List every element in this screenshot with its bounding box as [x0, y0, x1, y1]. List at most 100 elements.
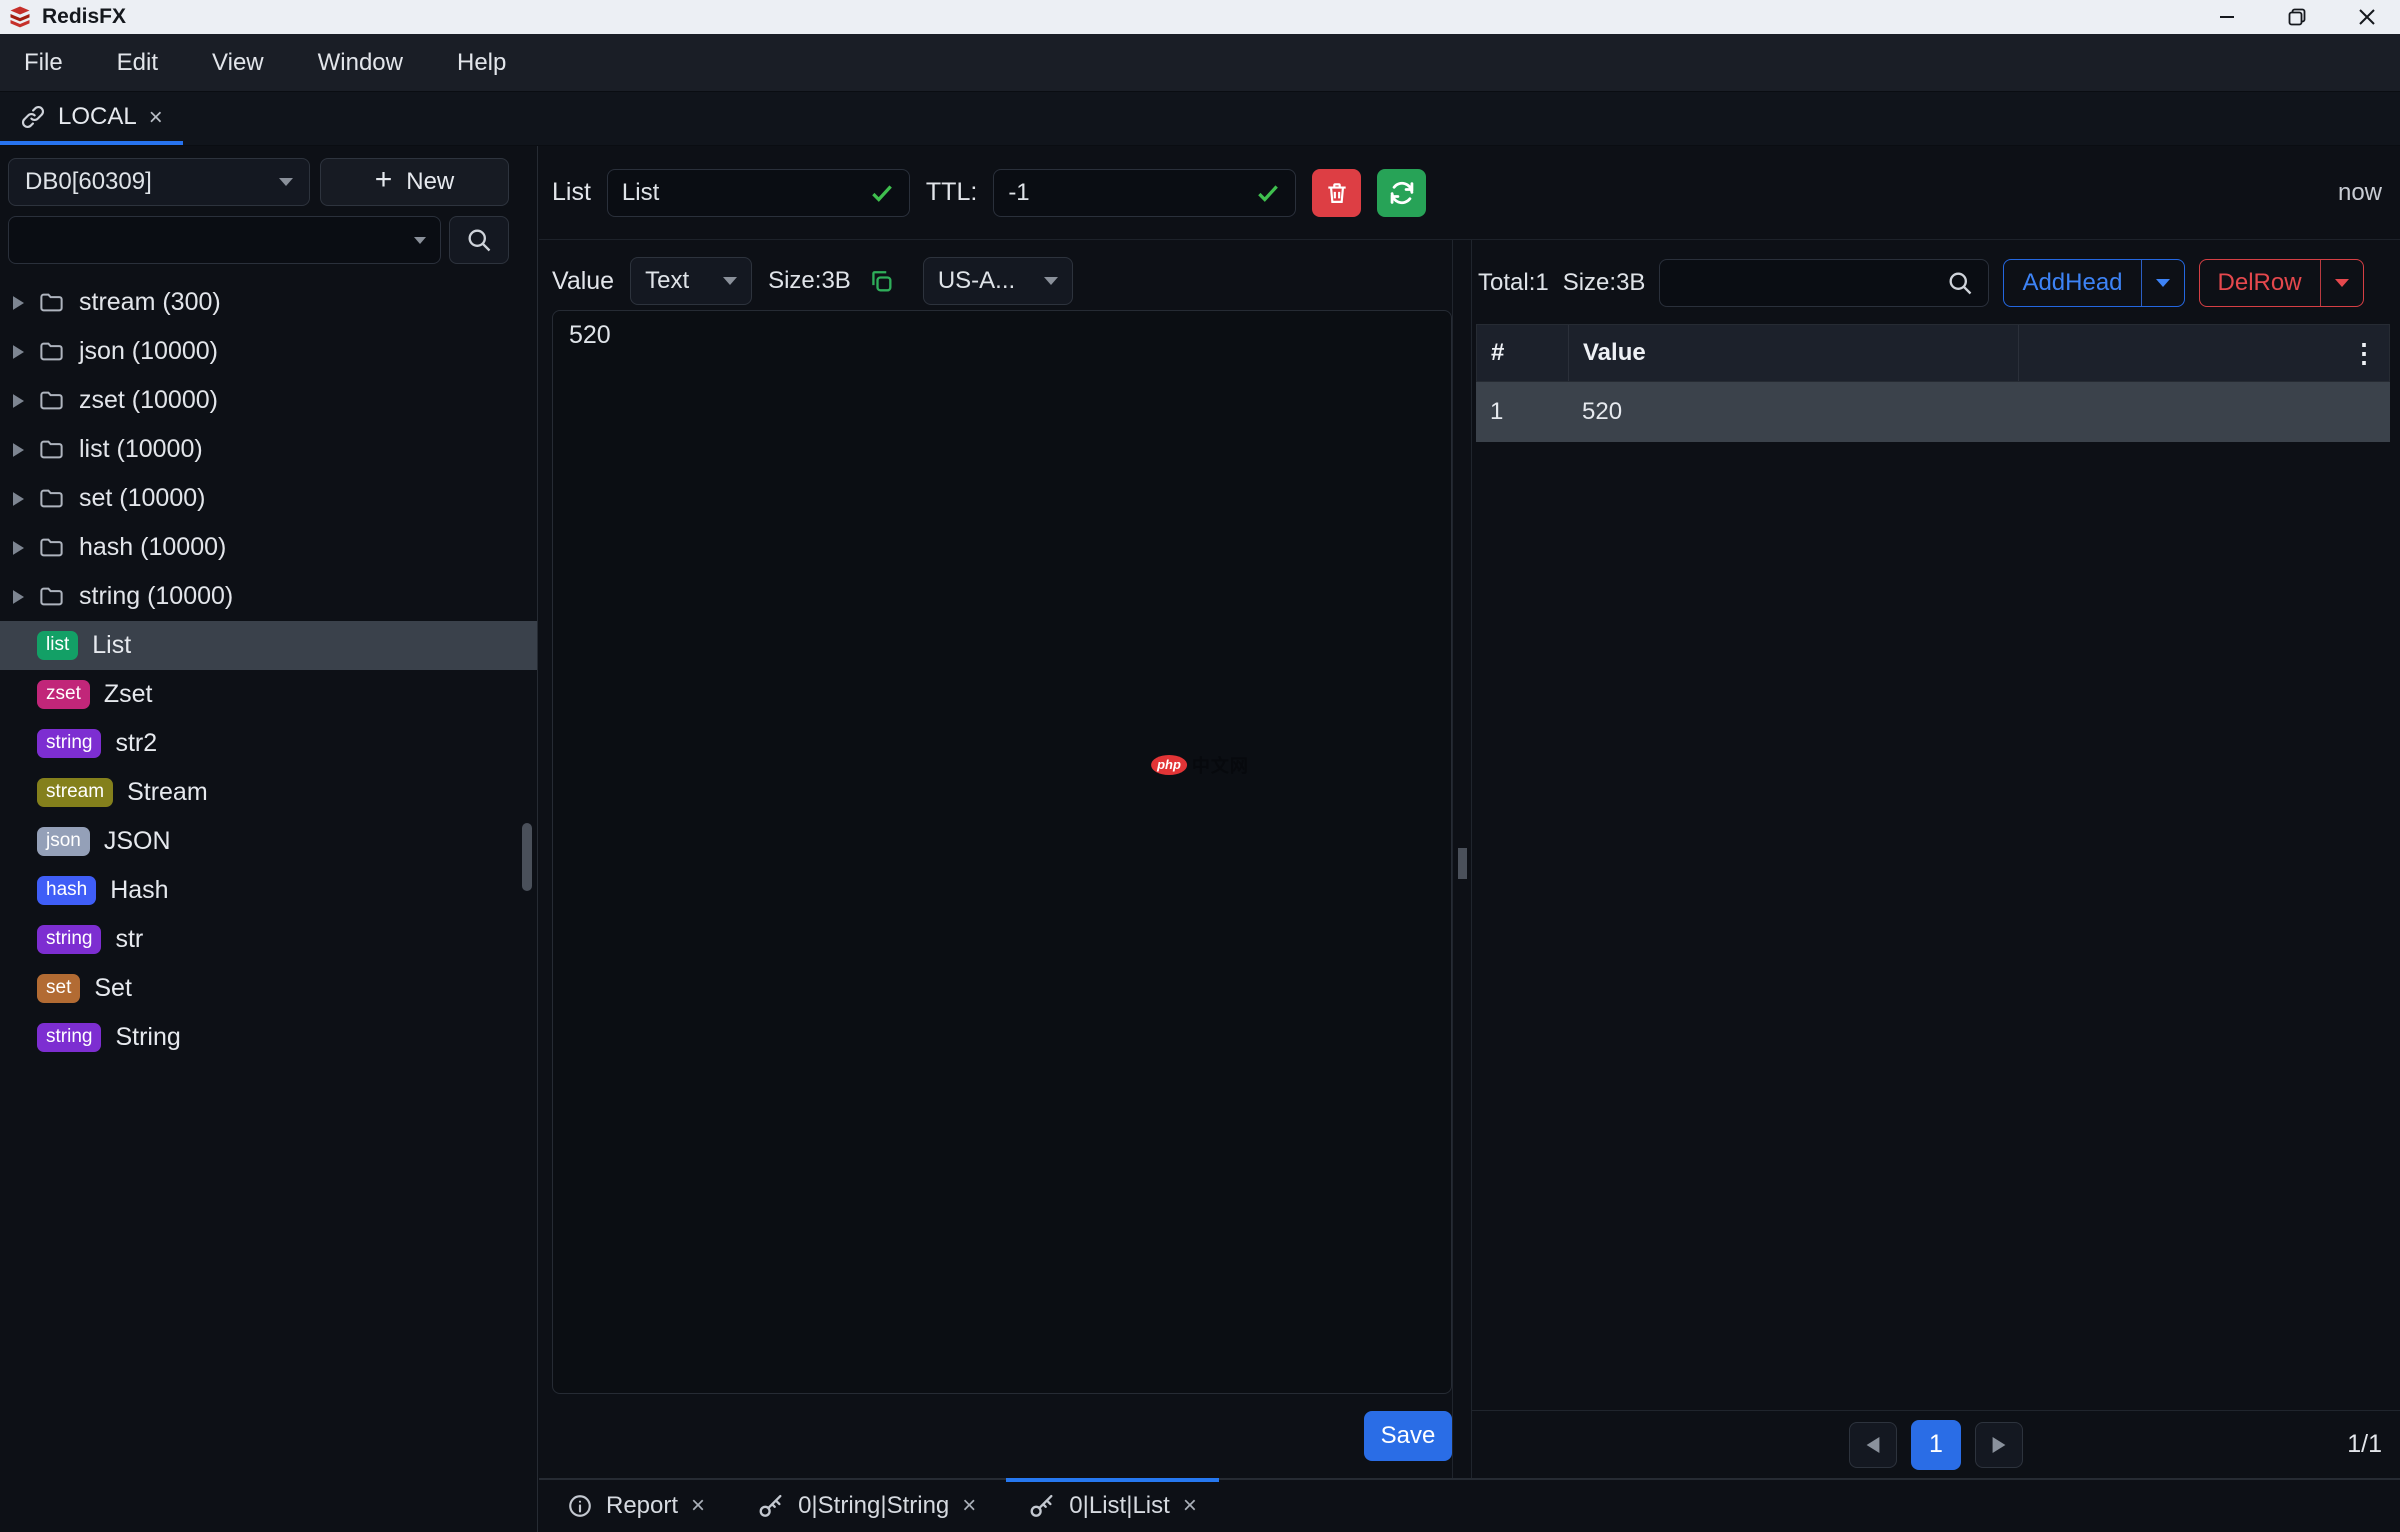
- value-textarea[interactable]: 520: [552, 310, 1452, 1394]
- bottom-tab-close-icon[interactable]: ×: [962, 1494, 976, 1518]
- tree-folder-label: list (10000): [79, 435, 203, 464]
- add-head-button[interactable]: AddHead: [2003, 259, 2184, 307]
- search-mode-caret-icon[interactable]: [414, 237, 426, 244]
- bottom-tab[interactable]: 0|String|String ×: [735, 1480, 998, 1532]
- tree-key-name: String: [115, 1023, 180, 1052]
- bottom-tab-close-icon[interactable]: ×: [691, 1494, 705, 1518]
- delete-key-button[interactable]: [1312, 169, 1361, 217]
- tree-folder[interactable]: string (10000): [0, 572, 537, 621]
- bottom-tab-close-icon[interactable]: ×: [1183, 1494, 1197, 1518]
- ttl-field[interactable]: [993, 169, 1296, 217]
- panel-splitter[interactable]: [1452, 240, 1472, 1478]
- menu-item[interactable]: Window: [318, 49, 403, 77]
- tree-key-item[interactable]: list List: [0, 621, 537, 670]
- sidebar-scrollbar-thumb[interactable]: [522, 823, 532, 891]
- column-settings-icon[interactable]: ⋮: [2351, 343, 2377, 364]
- key-search-field[interactable]: [8, 216, 441, 264]
- tree-key-item[interactable]: zset Zset: [0, 670, 537, 719]
- format-select[interactable]: Text: [630, 257, 752, 305]
- splitter-handle[interactable]: [1458, 848, 1467, 879]
- add-head-caret-icon[interactable]: [2142, 260, 2184, 306]
- tree-key-name: str2: [115, 729, 157, 758]
- tree-folder[interactable]: list (10000): [0, 425, 537, 474]
- tree-key-name: List: [92, 631, 131, 660]
- connection-tab-close-icon[interactable]: ×: [149, 104, 163, 130]
- tree-folder[interactable]: json (10000): [0, 327, 537, 376]
- tree-expander-icon[interactable]: [13, 394, 24, 408]
- encoding-select[interactable]: US-A...: [923, 257, 1073, 305]
- tree-folder[interactable]: set (10000): [0, 474, 537, 523]
- tree-key-item[interactable]: hash Hash: [0, 866, 537, 915]
- tree-key-item[interactable]: stream Stream: [0, 768, 537, 817]
- tree-expander-icon[interactable]: [13, 443, 24, 457]
- tree-key-item[interactable]: string String: [0, 1013, 537, 1062]
- menu-item[interactable]: File: [24, 49, 63, 77]
- tree-folder[interactable]: hash (10000): [0, 523, 537, 572]
- del-row-button[interactable]: DelRow: [2199, 259, 2364, 307]
- prev-page-button[interactable]: [1849, 1422, 1897, 1468]
- key-type-badge: json: [37, 827, 90, 856]
- folder-icon: [38, 289, 65, 316]
- del-row-caret-icon[interactable]: [2321, 260, 2363, 306]
- tree-folder-label: set (10000): [79, 484, 205, 513]
- search-button[interactable]: [449, 216, 509, 264]
- ttl-input[interactable]: [1008, 179, 1255, 207]
- tree-key-name: Zset: [104, 680, 153, 709]
- refresh-key-button[interactable]: [1377, 169, 1426, 217]
- key-type-label: List: [552, 178, 591, 207]
- key-search-input[interactable]: [23, 226, 414, 254]
- check-icon: [869, 180, 895, 206]
- key-type-badge: hash: [37, 876, 96, 905]
- minimize-button[interactable]: [2214, 4, 2240, 30]
- new-key-button[interactable]: + New: [320, 158, 509, 206]
- current-page-button[interactable]: 1: [1911, 1420, 1961, 1470]
- tree-expander-icon[interactable]: [13, 345, 24, 359]
- folder-icon: [38, 583, 65, 610]
- bottom-tab[interactable]: 0|List|List ×: [1006, 1480, 1219, 1532]
- tree-folder[interactable]: zset (10000): [0, 376, 537, 425]
- database-select[interactable]: DB0[60309]: [8, 158, 310, 206]
- bottom-tab[interactable]: Report ×: [545, 1480, 727, 1532]
- rows-size-text: Size:3B: [1563, 269, 1646, 297]
- tree-key-item[interactable]: json JSON: [0, 817, 537, 866]
- key-name-input[interactable]: [622, 179, 869, 207]
- trash-icon: [1324, 180, 1350, 206]
- rows-table-body: 1 520: [1476, 382, 2390, 442]
- tree-folder[interactable]: stream (300): [0, 278, 537, 327]
- menu-item[interactable]: View: [212, 49, 264, 77]
- total-count-text: Total:1: [1478, 269, 1549, 297]
- connection-tab-bar: LOCAL ×: [0, 92, 2400, 146]
- key-name-field[interactable]: [607, 169, 910, 217]
- tree-folder-label: json (10000): [79, 337, 218, 366]
- redis-logo-icon: [8, 5, 32, 29]
- restore-button[interactable]: [2284, 4, 2310, 30]
- rows-search-input[interactable]: [1674, 269, 1946, 297]
- tree-folder-label: zset (10000): [79, 386, 218, 415]
- next-page-button[interactable]: [1975, 1422, 2023, 1468]
- connection-tab-label: LOCAL: [58, 103, 137, 131]
- rows-search-field[interactable]: [1659, 259, 1989, 307]
- folder-icon: [38, 485, 65, 512]
- table-row[interactable]: 1 520: [1476, 382, 2390, 442]
- tree-key-item[interactable]: string str: [0, 915, 537, 964]
- tree-expander-icon[interactable]: [13, 296, 24, 310]
- copy-icon[interactable]: [867, 267, 895, 295]
- menu-bar: File Edit View Window Help: [0, 34, 2400, 92]
- tree-expander-icon[interactable]: [13, 492, 24, 506]
- tree-folder-label: string (10000): [79, 582, 233, 611]
- close-window-button[interactable]: [2354, 4, 2380, 30]
- tree-key-item[interactable]: set Set: [0, 964, 537, 1013]
- bottom-tab-label: 0|List|List: [1069, 1492, 1170, 1520]
- rows-table-header: # Value ⋮: [1476, 324, 2390, 382]
- menu-item[interactable]: Edit: [117, 49, 158, 77]
- connection-tab-local[interactable]: LOCAL ×: [0, 92, 183, 145]
- menu-item[interactable]: Help: [457, 49, 506, 77]
- tree-key-name: Stream: [127, 778, 208, 807]
- tree-expander-icon[interactable]: [13, 590, 24, 604]
- plus-icon: +: [375, 165, 393, 199]
- folder-icon: [38, 387, 65, 414]
- check-icon: [1255, 180, 1281, 206]
- tree-expander-icon[interactable]: [13, 541, 24, 555]
- tree-key-item[interactable]: string str2: [0, 719, 537, 768]
- save-button[interactable]: Save: [1364, 1411, 1452, 1461]
